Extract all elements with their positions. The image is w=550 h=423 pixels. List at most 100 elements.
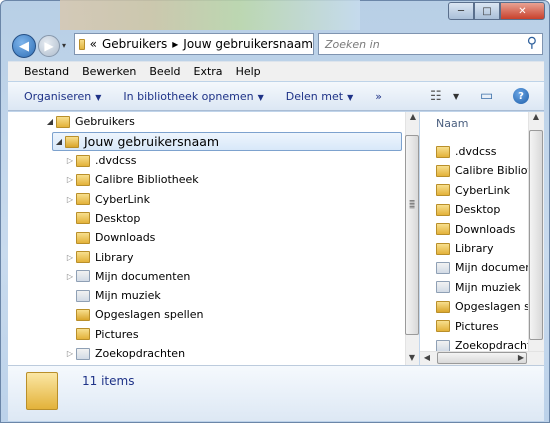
folder-icon (76, 212, 90, 225)
tree-item-label: Desktop (95, 211, 141, 225)
share-with-button[interactable]: Delen met ▼ (286, 90, 353, 103)
expand-icon[interactable]: ▷ (64, 175, 76, 184)
list-item[interactable]: Desktop (436, 200, 500, 219)
organize-button[interactable]: Organiseren ▼ (24, 90, 101, 103)
tree-item-label: CyberLink (95, 192, 150, 206)
back-button[interactable]: ◀ (12, 34, 36, 58)
menu-bar: Bestand Bewerken Beeld Extra Help (8, 61, 544, 81)
chevron-down-icon: ▼ (347, 92, 354, 102)
list-item[interactable]: Mijn documenten (436, 258, 528, 277)
file-list-scrollbar-thumb[interactable] (529, 130, 543, 340)
list-item-label: Mijn documenten (455, 261, 528, 275)
folder-icon (436, 320, 450, 333)
tree-item[interactable]: ▷ Mijn documenten (64, 267, 190, 286)
column-header-name[interactable]: Naam (436, 117, 468, 130)
minimize-button[interactable]: ─ (448, 2, 474, 20)
command-bar: Organiseren ▼ In bibliotheek opnemen ▼ Del… (8, 82, 544, 111)
collapse-icon[interactable]: ◢ (44, 117, 56, 126)
list-item-label: Mijn muziek (455, 280, 521, 294)
tree-item[interactable]: Desktop (64, 209, 140, 228)
menu-bewerken[interactable]: Bewerken (82, 65, 136, 78)
address-bar[interactable]: « Gebruikers ▸ Jouw gebruikersnaam (74, 33, 314, 55)
expand-icon[interactable]: ▷ (64, 156, 76, 165)
scroll-left-icon[interactable]: ◀ (420, 353, 434, 362)
breadcrumb-separator-icon[interactable]: ▸ (172, 37, 178, 51)
tree-item[interactable]: Pictures (64, 325, 139, 344)
list-item-label: Desktop (455, 203, 501, 217)
search-box[interactable]: Zoeken in ⚲ (318, 33, 543, 55)
menu-bestand[interactable]: Bestand (24, 65, 69, 78)
tree-item[interactable]: Opgeslagen spellen (64, 305, 203, 324)
tree-item-label: Mijn muziek (95, 289, 161, 303)
scroll-down-icon[interactable]: ▼ (405, 353, 419, 362)
search-placeholder: Zoeken in (325, 37, 380, 51)
list-item-label: Downloads (455, 222, 516, 236)
folder-icon (436, 223, 450, 236)
search-icon[interactable]: ⚲ (527, 35, 537, 51)
menu-help[interactable]: Help (236, 65, 261, 78)
scroll-up-icon[interactable]: ▲ (406, 112, 420, 121)
folder-icon (436, 164, 450, 177)
list-item[interactable]: .dvdcss (436, 142, 496, 161)
navigation-scrollbar-thumb[interactable] (405, 135, 419, 335)
window-controls: ─ □ ✕ (448, 2, 545, 20)
tree-item[interactable]: ▷ Library (64, 248, 134, 267)
folder-icon (76, 270, 90, 283)
tree-item[interactable]: ▷ .dvdcss (64, 151, 137, 170)
list-item[interactable]: Opgeslagen spellen (436, 297, 528, 316)
folder-icon (436, 242, 450, 255)
list-item-label: Opgeslagen spellen (455, 300, 528, 314)
tree-item[interactable]: Mijn muziek (64, 286, 161, 305)
folder-icon (436, 300, 450, 313)
expand-icon[interactable]: ▷ (64, 272, 76, 281)
list-item[interactable]: Mijn muziek (436, 278, 521, 297)
tree-item[interactable]: Downloads (64, 228, 155, 247)
folder-icon (76, 347, 90, 360)
folder-icon (436, 261, 450, 274)
forward-button[interactable]: ▶ (38, 35, 60, 57)
expand-icon[interactable]: ▷ (64, 253, 76, 262)
tree-item-user-selected[interactable]: ◢ Jouw gebruikersnaam (52, 132, 402, 151)
folder-icon (76, 289, 90, 302)
tree-item[interactable]: ▷ CyberLink (64, 190, 150, 209)
list-item-label: Library (455, 242, 494, 255)
scroll-up-icon[interactable]: ▲ (529, 112, 543, 121)
tree-item[interactable]: ▷ Calibre Bibliotheek (64, 170, 199, 189)
pane-splitter-grip-icon[interactable]: ═ ═ ═ (405, 198, 419, 212)
file-list: .dvdcss Calibre Bibliotheek CyberLink Deskt… (420, 112, 528, 355)
change-view-icon[interactable]: ☷ (430, 89, 442, 104)
share-label: Delen met (285, 89, 344, 103)
menu-beeld[interactable]: Beeld (149, 65, 180, 78)
tree-item-label: Mijn documenten (95, 269, 191, 283)
preview-pane-icon[interactable]: ▭ (480, 88, 493, 104)
tree-item-gebruikers[interactable]: ◢ Gebruikers (44, 112, 135, 131)
close-button[interactable]: ✕ (500, 2, 545, 20)
list-item[interactable]: Downloads (436, 220, 515, 239)
folder-icon (76, 231, 90, 244)
breadcrumb-current-folder[interactable]: Jouw gebruikersnaam (183, 37, 313, 51)
folder-icon (436, 339, 450, 352)
navigation-pane: ◢ Gebruikers ◢ Jouw gebruikersnaam ▷ .dvd… (8, 112, 405, 365)
more-commands-button[interactable]: » (375, 90, 382, 103)
list-item[interactable]: Pictures (436, 317, 499, 336)
folder-icon (79, 38, 85, 50)
list-item[interactable]: Library (436, 239, 493, 258)
list-item-label: CyberLink (455, 183, 510, 197)
collapse-icon[interactable]: ◢ (53, 137, 65, 146)
list-item[interactable]: CyberLink (436, 181, 510, 200)
menu-extra[interactable]: Extra (194, 65, 223, 78)
view-dropdown-icon[interactable]: ▼ (453, 92, 459, 101)
tree-item[interactable]: ▷ Zoekopdrachten (64, 344, 185, 363)
breadcrumb-gebruikers[interactable]: Gebruikers (102, 37, 167, 51)
folder-icon (76, 251, 90, 263)
recent-pages-dropdown-icon[interactable]: ▾ (62, 41, 66, 50)
scroll-right-icon[interactable]: ▶ (514, 353, 528, 362)
list-item[interactable]: Calibre Bibliotheek (436, 161, 528, 180)
include-in-library-button[interactable]: In bibliotheek opnemen ▼ (123, 90, 263, 103)
help-icon[interactable]: ? (513, 88, 529, 104)
expand-icon[interactable]: ▷ (64, 195, 76, 204)
expand-icon[interactable]: ▷ (64, 349, 76, 358)
address-overflow-chevron[interactable]: « (90, 37, 97, 51)
folder-thumbnail-icon (26, 372, 58, 410)
maximize-button[interactable]: □ (474, 2, 500, 20)
